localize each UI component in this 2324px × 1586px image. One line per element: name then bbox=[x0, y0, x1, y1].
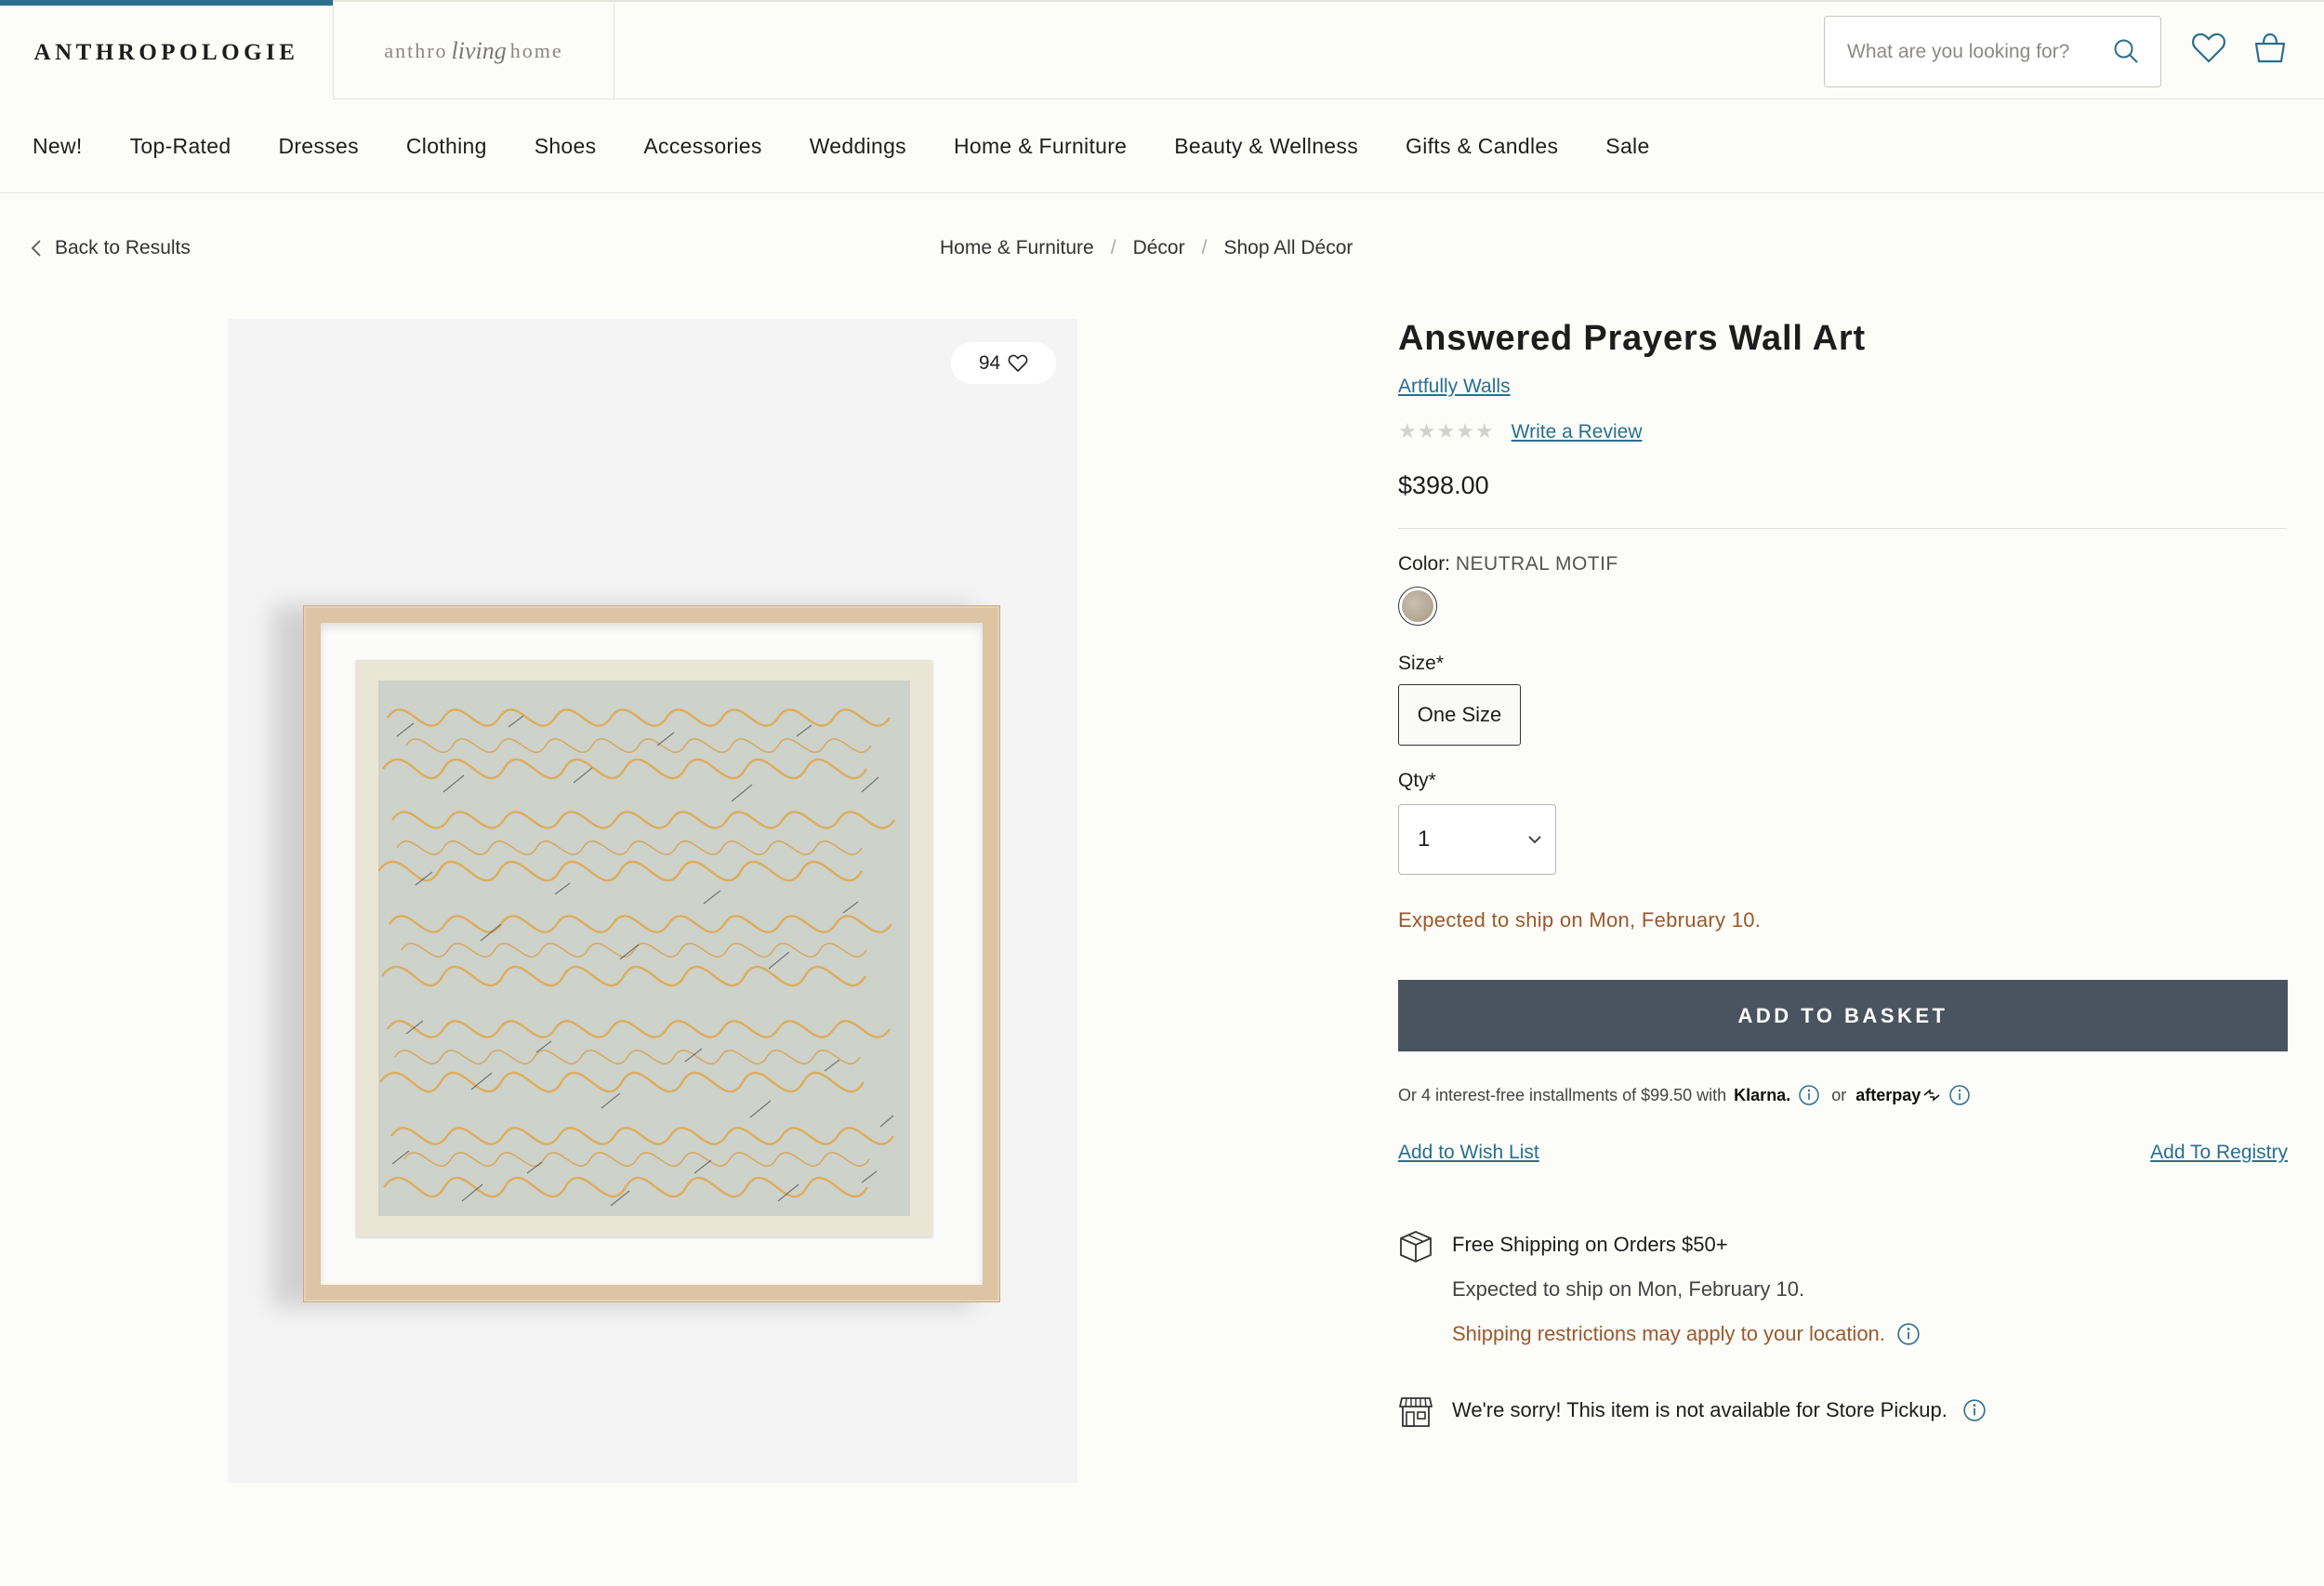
klarna-logo: Klarna. bbox=[1734, 1085, 1791, 1104]
nav-item-clothing[interactable]: Clothing bbox=[406, 134, 487, 159]
installments-info: Or 4 interest-free installments of $99.5… bbox=[1398, 1084, 1971, 1106]
nav-item-sale[interactable]: Sale bbox=[1605, 134, 1649, 159]
afterpay-logo: afterpay bbox=[1855, 1085, 1921, 1104]
details-divider bbox=[1398, 528, 2287, 529]
star-icon: ★ bbox=[1436, 420, 1456, 443]
quantity-value: 1 bbox=[1418, 826, 1431, 852]
breadcrumb: Home & Furniture / Décor / Shop All Déco… bbox=[940, 237, 1353, 259]
afterpay-arrows-icon bbox=[1923, 1089, 1940, 1102]
shipping-restrictions: Shipping restrictions may apply to your … bbox=[1452, 1322, 1921, 1346]
free-shipping-title: Free Shipping on Orders $50+ bbox=[1452, 1233, 1728, 1256]
site-header: ANTHROPOLOGIE anthro living home bbox=[0, 0, 2324, 99]
anthroliving-logo: anthro living home bbox=[384, 37, 562, 65]
shipping-restrictions-text: Shipping restrictions may apply to your … bbox=[1452, 1322, 1885, 1345]
product-title: Answered Prayers Wall Art bbox=[1398, 319, 1866, 358]
product-brand-link[interactable]: Artfully Walls bbox=[1398, 376, 1511, 398]
breadcrumb-shop-all-decor[interactable]: Shop All Décor bbox=[1223, 237, 1353, 259]
basket-icon[interactable] bbox=[2251, 30, 2289, 67]
heart-icon bbox=[1008, 354, 1028, 372]
star-icon: ★ bbox=[1417, 420, 1436, 443]
quantity-select[interactable]: 1 bbox=[1398, 804, 1556, 875]
main-navigation: New! Top-Rated Dresses Clothing Shoes Ac… bbox=[0, 100, 2324, 193]
installments-or: or bbox=[1831, 1085, 1847, 1104]
ship-date-note: Expected to ship on Mon, February 10. bbox=[1398, 908, 1762, 932]
star-icon: ★ bbox=[1456, 420, 1474, 443]
size-label: Size* bbox=[1398, 653, 1445, 674]
installments-text: Or 4 interest-free installments of $99.5… bbox=[1398, 1085, 1727, 1104]
nav-item-weddings[interactable]: Weddings bbox=[810, 134, 906, 159]
star-icon: ★ bbox=[1398, 420, 1417, 443]
klarna-info-icon[interactable] bbox=[1798, 1084, 1820, 1106]
pickup-info-icon[interactable] bbox=[1962, 1398, 1987, 1422]
product-price: $398.00 bbox=[1398, 471, 1489, 499]
anthroliving-prefix: anthro bbox=[384, 38, 448, 62]
anthroliving-suffix: home bbox=[509, 38, 563, 62]
artwork-scribble-illustration bbox=[378, 681, 910, 1216]
swatch-fill bbox=[1402, 590, 1433, 622]
nav-item-beauty-wellness[interactable]: Beauty & Wellness bbox=[1174, 134, 1358, 159]
nav-item-home-furniture[interactable]: Home & Furniture bbox=[954, 134, 1127, 159]
add-to-wish-list-link[interactable]: Add to Wish List bbox=[1398, 1142, 1539, 1164]
shipping-info-icon[interactable] bbox=[1896, 1322, 1921, 1346]
favorites-count: 94 bbox=[978, 351, 1001, 374]
nav-item-top-rated[interactable]: Top-Rated bbox=[130, 134, 231, 159]
favorites-badge[interactable]: 94 bbox=[951, 342, 1056, 384]
product-image-panel[interactable]: 94 bbox=[228, 319, 1077, 1483]
star-icon: ★ bbox=[1474, 420, 1494, 443]
back-to-results-label: Back to Results bbox=[55, 237, 191, 258]
write-review-link[interactable]: Write a Review bbox=[1512, 421, 1643, 443]
nav-item-accessories[interactable]: Accessories bbox=[643, 134, 761, 159]
chevron-left-icon bbox=[31, 240, 41, 257]
color-row: Color: NEUTRAL MOTIF bbox=[1398, 553, 1618, 575]
wishlist-heart-icon[interactable] bbox=[2190, 30, 2227, 67]
search-box bbox=[1824, 16, 2161, 87]
anthroliving-script: living bbox=[451, 36, 507, 64]
store-pickup-text: We're sorry! This item is not available … bbox=[1452, 1398, 1948, 1421]
brand-tab-anthropologie[interactable]: ANTHROPOLOGIE bbox=[0, 0, 333, 99]
product-artwork bbox=[356, 660, 932, 1236]
search-input[interactable] bbox=[1847, 40, 2098, 63]
afterpay-info-icon[interactable] bbox=[1948, 1084, 1971, 1106]
frame-mat bbox=[321, 623, 983, 1285]
nav-item-shoes[interactable]: Shoes bbox=[535, 134, 597, 159]
color-value: NEUTRAL MOTIF bbox=[1455, 553, 1618, 575]
product-rating: ★ ★ ★ ★ ★ Write a Review bbox=[1398, 420, 1643, 443]
add-to-basket-button[interactable]: ADD TO BASKET bbox=[1398, 980, 2288, 1051]
color-label: Color: bbox=[1398, 553, 1451, 575]
rating-stars: ★ ★ ★ ★ ★ bbox=[1398, 420, 1495, 443]
breadcrumb-home-furniture[interactable]: Home & Furniture bbox=[940, 237, 1094, 259]
nav-item-dresses[interactable]: Dresses bbox=[278, 134, 358, 159]
store-pickup-message: We're sorry! This item is not available … bbox=[1452, 1398, 1987, 1422]
chevron-down-icon bbox=[1528, 836, 1541, 844]
color-swatch-neutral-motif[interactable] bbox=[1398, 587, 1437, 626]
brand-logo: ANTHROPOLOGIE bbox=[33, 39, 299, 65]
product-photo-frame bbox=[303, 605, 1000, 1302]
size-option-one-size[interactable]: One Size bbox=[1398, 684, 1521, 746]
add-to-registry-link[interactable]: Add To Registry bbox=[2150, 1142, 2288, 1164]
breadcrumb-separator: / bbox=[1110, 237, 1116, 258]
search-icon[interactable] bbox=[2112, 37, 2140, 65]
qty-label: Qty* bbox=[1398, 770, 1436, 791]
store-icon bbox=[1399, 1397, 1433, 1427]
back-to-results-link[interactable]: Back to Results bbox=[31, 237, 191, 259]
brand-tab-anthroliving[interactable]: anthro living home bbox=[333, 0, 614, 99]
breadcrumb-separator: / bbox=[1201, 237, 1208, 258]
package-box-icon bbox=[1400, 1231, 1432, 1262]
shipping-expected-date: Expected to ship on Mon, February 10. bbox=[1452, 1277, 1805, 1301]
breadcrumb-decor[interactable]: Décor bbox=[1133, 237, 1185, 259]
nav-item-new[interactable]: New! bbox=[33, 134, 83, 159]
nav-item-gifts-candles[interactable]: Gifts & Candles bbox=[1406, 134, 1558, 159]
